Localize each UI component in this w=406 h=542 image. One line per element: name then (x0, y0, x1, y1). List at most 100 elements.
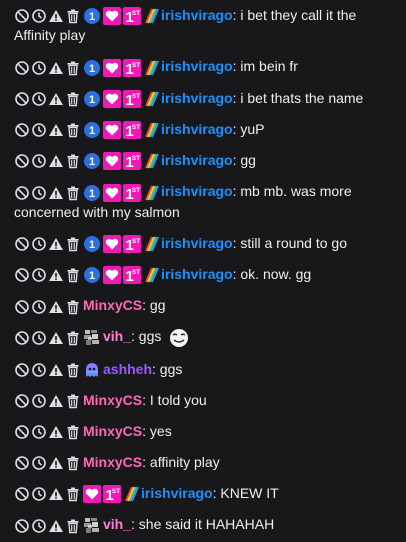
ban-icon[interactable] (14, 8, 30, 24)
delete-icon[interactable] (65, 393, 81, 409)
delete-icon[interactable] (65, 60, 81, 76)
delete-icon[interactable] (65, 8, 81, 24)
delete-icon[interactable] (65, 153, 81, 169)
timeout-icon[interactable] (31, 236, 47, 252)
chat-username[interactable]: irishvirago (161, 121, 233, 137)
timeout-icon[interactable] (31, 122, 47, 138)
warn-icon[interactable] (48, 299, 64, 315)
chat-username[interactable]: MinxyCS (83, 423, 142, 439)
chat-username[interactable]: MinxyCS (83, 454, 142, 470)
timeout-icon[interactable] (31, 91, 47, 107)
sub-heart-badge[interactable] (103, 7, 121, 26)
timeout-icon[interactable] (31, 267, 47, 283)
ban-icon[interactable] (14, 455, 30, 471)
timeout-icon[interactable] (31, 185, 47, 201)
sub-heart-badge[interactable] (83, 485, 101, 504)
warn-icon[interactable] (48, 60, 64, 76)
timeout-icon[interactable] (31, 486, 47, 502)
sub-heart-badge[interactable] (103, 121, 121, 140)
chat-username[interactable]: irishvirago (161, 235, 233, 251)
chat-username[interactable]: irishvirago (161, 7, 233, 23)
chat-username[interactable]: MinxyCS (83, 297, 142, 313)
warn-icon[interactable] (48, 185, 64, 201)
chat-username[interactable]: irishvirago (141, 485, 213, 501)
rainbow-pride-badge[interactable] (143, 235, 159, 253)
chat-username[interactable]: irishvirago (161, 90, 233, 106)
timeout-icon[interactable] (31, 455, 47, 471)
sub-heart-badge[interactable] (103, 152, 121, 171)
warn-icon[interactable] (48, 486, 64, 502)
timeout-icon[interactable] (31, 60, 47, 76)
rainbow-pride-badge[interactable] (143, 266, 159, 284)
warn-icon[interactable] (48, 518, 64, 534)
ban-icon[interactable] (14, 362, 30, 378)
prediction-blue-1-badge[interactable]: 1 (83, 266, 101, 284)
rainbow-pride-badge[interactable] (143, 7, 159, 25)
ban-icon[interactable] (14, 153, 30, 169)
ban-icon[interactable] (14, 91, 30, 107)
sub-heart-badge[interactable] (103, 58, 121, 77)
delete-icon[interactable] (65, 486, 81, 502)
sub-1st-badge[interactable]: 1 ST (123, 58, 141, 77)
timeout-icon[interactable] (31, 153, 47, 169)
chat-username[interactable]: vih_ (103, 328, 131, 344)
warn-icon[interactable] (48, 455, 64, 471)
timeout-icon[interactable] (31, 424, 47, 440)
warn-icon[interactable] (48, 122, 64, 138)
prediction-blue-1-badge[interactable]: 1 (83, 90, 101, 108)
warn-icon[interactable] (48, 8, 64, 24)
delete-icon[interactable] (65, 330, 81, 346)
timeout-icon[interactable] (31, 393, 47, 409)
sub-heart-badge[interactable] (103, 266, 121, 285)
warn-icon[interactable] (48, 330, 64, 346)
chat-username[interactable]: irishvirago (161, 58, 233, 74)
warn-icon[interactable] (48, 236, 64, 252)
warn-icon[interactable] (48, 267, 64, 283)
delete-icon[interactable] (65, 518, 81, 534)
delete-icon[interactable] (65, 362, 81, 378)
sub-heart-badge[interactable] (103, 235, 121, 254)
prediction-blue-1-badge[interactable]: 1 (83, 184, 101, 202)
timeout-icon[interactable] (31, 299, 47, 315)
prediction-blue-1-badge[interactable]: 1 (83, 235, 101, 253)
prediction-blue-1-badge[interactable]: 1 (83, 59, 101, 77)
timeout-icon[interactable] (31, 330, 47, 346)
rainbow-pride-badge[interactable] (123, 485, 139, 503)
delete-icon[interactable] (65, 91, 81, 107)
ban-icon[interactable] (14, 267, 30, 283)
ban-icon[interactable] (14, 185, 30, 201)
prediction-blue-1-badge[interactable]: 1 (83, 152, 101, 170)
delete-icon[interactable] (65, 424, 81, 440)
sub-heart-badge[interactable] (103, 89, 121, 108)
chat-username[interactable]: irishvirago (161, 152, 233, 168)
ban-icon[interactable] (14, 330, 30, 346)
delete-icon[interactable] (65, 122, 81, 138)
ban-icon[interactable] (14, 393, 30, 409)
rainbow-pride-badge[interactable] (143, 152, 159, 170)
sub-1st-badge[interactable]: 1 ST (123, 89, 141, 108)
prediction-blue-1-badge[interactable]: 1 (83, 7, 101, 25)
sub-1st-badge[interactable]: 1 ST (123, 121, 141, 140)
rainbow-pride-badge[interactable] (143, 121, 159, 139)
warn-icon[interactable] (48, 362, 64, 378)
ghost-badge[interactable] (83, 361, 101, 379)
ban-icon[interactable] (14, 424, 30, 440)
chat-username[interactable]: MinxyCS (83, 392, 142, 408)
delete-icon[interactable] (65, 299, 81, 315)
ban-icon[interactable] (14, 486, 30, 502)
warn-icon[interactable] (48, 153, 64, 169)
glitch-badge[interactable] (83, 517, 101, 535)
sub-1st-badge[interactable]: 1 ST (123, 7, 141, 26)
ban-icon[interactable] (14, 122, 30, 138)
rainbow-pride-badge[interactable] (143, 59, 159, 77)
warn-icon[interactable] (48, 91, 64, 107)
chat-scrollbar[interactable] (400, 0, 406, 542)
sub-1st-badge[interactable]: 1 ST (123, 235, 141, 254)
delete-icon[interactable] (65, 455, 81, 471)
warn-icon[interactable] (48, 393, 64, 409)
delete-icon[interactable] (65, 236, 81, 252)
sub-1st-badge[interactable]: 1 ST (103, 485, 121, 504)
sub-heart-badge[interactable] (103, 183, 121, 202)
timeout-icon[interactable] (31, 518, 47, 534)
sub-1st-badge[interactable]: 1 ST (123, 183, 141, 202)
